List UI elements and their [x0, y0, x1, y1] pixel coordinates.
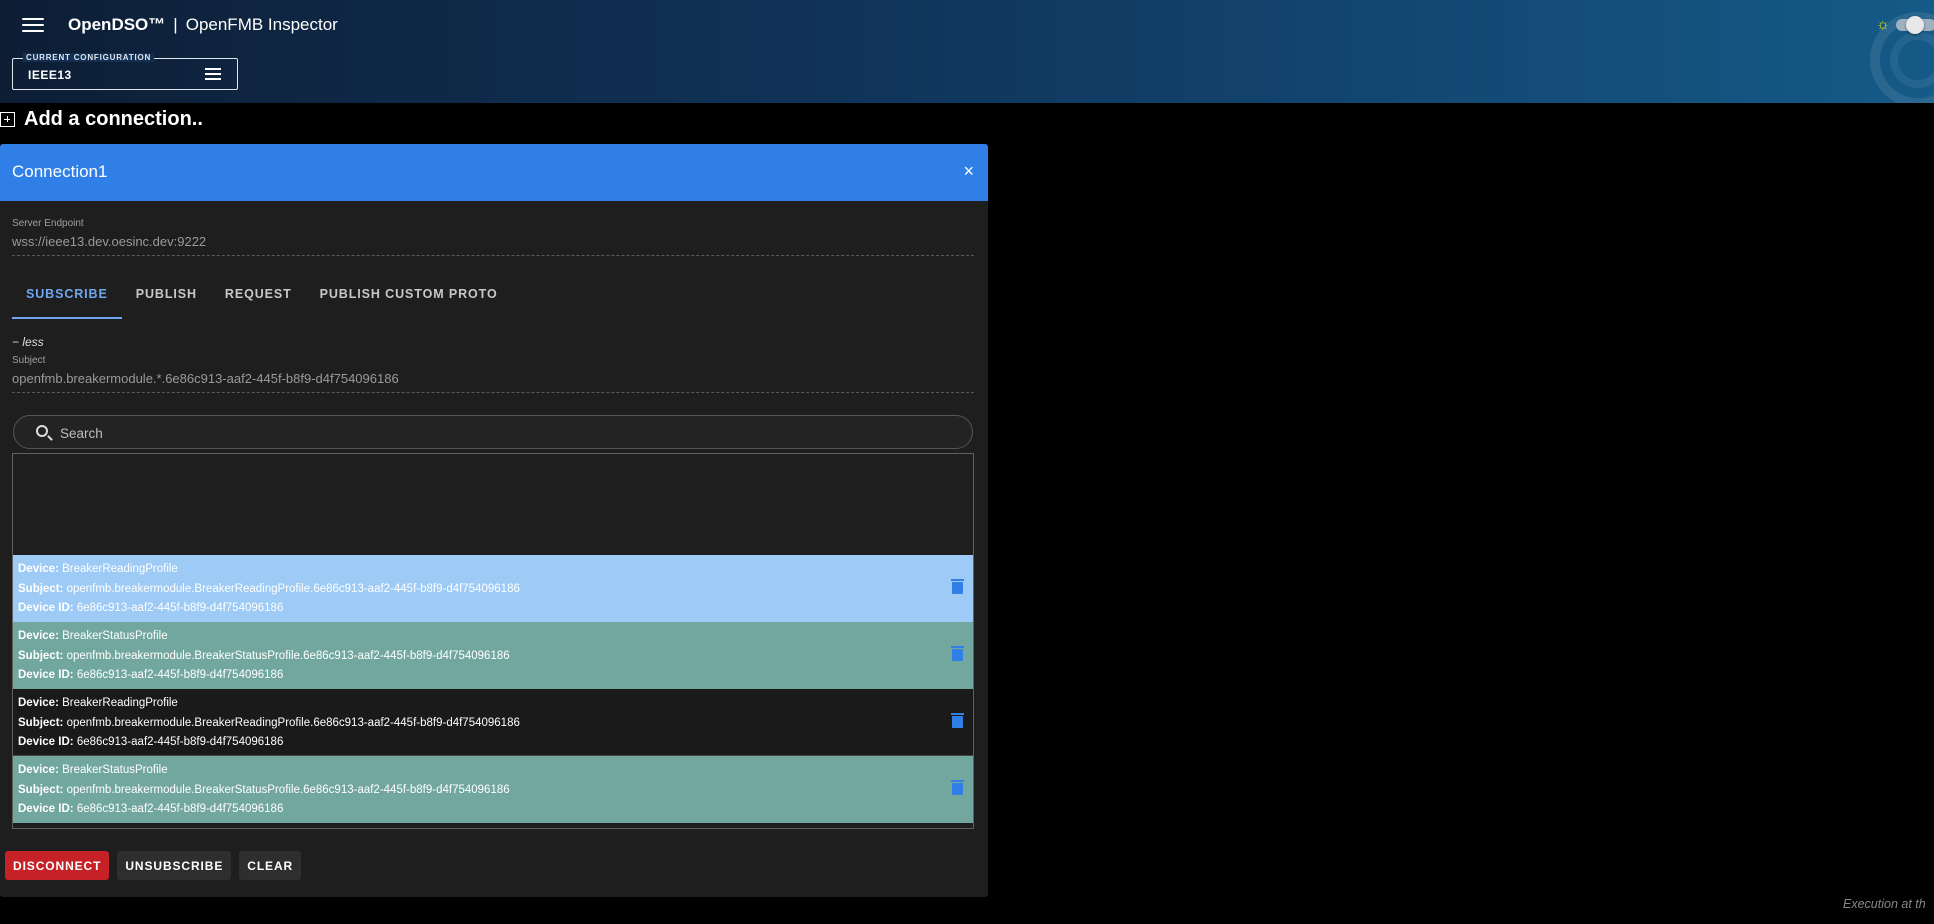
message-row[interactable]: Device: BreakerReadingProfile Subject: o…	[13, 555, 973, 622]
subject-field[interactable]: Subject openfmb.breakermodule.*.6e86c913…	[12, 355, 974, 393]
brand-name: OpenDSO™	[68, 15, 166, 34]
message-device-id: 6e86c913-aaf2-445f-b8f9-d4f754096186	[76, 803, 284, 815]
delete-trash-icon[interactable]	[951, 713, 964, 728]
connection-header: Connection1 ×	[0, 144, 988, 201]
message-row[interactable]: Device: BreakerStatusProfile Subject: op…	[13, 622, 973, 689]
subject-label: Subject:	[18, 582, 64, 595]
connection-actions: DISCONNECT UNSUBSCRIBE CLEAR	[5, 851, 302, 880]
message-subject: openfmb.breakermodule.BreakerStatusProfi…	[66, 649, 510, 662]
server-endpoint-value: wss://ieee13.dev.oesinc.dev:9222	[12, 234, 207, 249]
subject-label: Subject:	[18, 649, 64, 662]
device-label: Device:	[18, 630, 59, 642]
message-subject-line: Subject: openfmb.breakermodule.BreakerRe…	[18, 580, 968, 600]
connection-tabs: SUBSCRIBE PUBLISH REQUEST PUBLISH CUSTOM…	[12, 274, 512, 319]
message-device-id-line: Device ID: 6e86c913-aaf2-445f-b8f9-d4f75…	[18, 733, 968, 753]
tab-publish-custom-proto[interactable]: PUBLISH CUSTOM PROTO	[306, 274, 512, 319]
message-device: BreakerReadingProfile	[62, 563, 178, 575]
disconnect-button[interactable]: DISCONNECT	[5, 851, 110, 880]
add-connection-label: Add a connection..	[24, 108, 203, 130]
sun-icon: ☼	[1876, 16, 1890, 33]
subject-label: Subject	[12, 355, 46, 366]
plus-square-icon	[0, 112, 15, 127]
server-endpoint-label: Server Endpoint	[12, 218, 84, 229]
message-device-line: Device: BreakerStatusProfile	[18, 627, 968, 647]
device-label: Device:	[18, 764, 59, 776]
subject-label: Subject:	[18, 783, 64, 796]
message-device-line: Device: BreakerStatusProfile	[18, 761, 968, 781]
delete-trash-icon[interactable]	[951, 579, 964, 594]
message-rows: Device: BreakerReadingProfile Subject: o…	[13, 555, 973, 823]
message-device-id: 6e86c913-aaf2-445f-b8f9-d4f754096186	[76, 602, 284, 614]
device-id-label: Device ID:	[18, 602, 74, 614]
search-icon	[36, 425, 48, 437]
message-device: BreakerStatusProfile	[62, 764, 168, 776]
message-device-id: 6e86c913-aaf2-445f-b8f9-d4f754096186	[76, 736, 284, 748]
config-menu-icon[interactable]	[205, 68, 221, 80]
message-subject-line: Subject: openfmb.breakermodule.BreakerSt…	[18, 781, 968, 801]
delete-trash-icon[interactable]	[951, 780, 964, 795]
delete-trash-icon[interactable]	[951, 646, 964, 661]
server-endpoint-field[interactable]: Server Endpoint wss://ieee13.dev.oesinc.…	[12, 218, 974, 256]
tab-publish[interactable]: PUBLISH	[122, 274, 211, 319]
subject-label: Subject:	[18, 716, 64, 729]
hamburger-menu-icon[interactable]	[22, 14, 44, 36]
message-device-line: Device: BreakerReadingProfile	[18, 560, 968, 580]
search-field[interactable]	[13, 415, 973, 449]
search-input[interactable]	[60, 423, 940, 443]
device-id-label: Device ID:	[18, 669, 74, 681]
theme-toggle[interactable]: ☼	[1876, 16, 1934, 34]
message-row[interactable]: Device: BreakerStatusProfile Subject: op…	[13, 756, 973, 823]
message-device-line: Device: BreakerReadingProfile	[18, 694, 968, 714]
connection-card: Connection1 × Server Endpoint wss://ieee…	[0, 144, 988, 897]
device-id-label: Device ID:	[18, 736, 74, 748]
subject-value: openfmb.breakermodule.*.6e86c913-aaf2-44…	[12, 371, 399, 386]
message-device: BreakerStatusProfile	[62, 630, 168, 642]
app-title: OpenFMB Inspector	[185, 15, 338, 34]
device-label: Device:	[18, 697, 59, 709]
clear-button[interactable]: CLEAR	[239, 851, 302, 880]
execution-status-text: Execution at th	[1843, 897, 1926, 911]
add-connection-button[interactable]: Add a connection..	[0, 108, 203, 131]
message-subject: openfmb.breakermodule.BreakerReadingProf…	[66, 716, 520, 729]
brand-separator: |	[173, 15, 178, 34]
message-row[interactable]: Device: BreakerReadingProfile Subject: o…	[13, 689, 973, 756]
device-label: Device:	[18, 563, 59, 575]
message-device-id-line: Device ID: 6e86c913-aaf2-445f-b8f9-d4f75…	[18, 800, 968, 820]
config-value: IEEE13	[28, 68, 72, 82]
message-device-id: 6e86c913-aaf2-445f-b8f9-d4f754096186	[76, 669, 284, 681]
less-toggle[interactable]: − less	[12, 335, 44, 349]
message-subject: openfmb.breakermodule.BreakerReadingProf…	[66, 582, 520, 595]
device-id-label: Device ID:	[18, 803, 74, 815]
message-subject-line: Subject: openfmb.breakermodule.BreakerSt…	[18, 647, 968, 667]
message-list[interactable]: Device: BreakerReadingProfile Subject: o…	[12, 453, 974, 829]
toggle-thumb[interactable]	[1906, 16, 1924, 34]
message-device: BreakerReadingProfile	[62, 697, 178, 709]
tab-request[interactable]: REQUEST	[211, 274, 306, 319]
message-subject: openfmb.breakermodule.BreakerStatusProfi…	[66, 783, 510, 796]
current-configuration-field[interactable]: CURRENT CONFIGURATION IEEE13	[12, 53, 238, 90]
config-label: CURRENT CONFIGURATION	[23, 53, 155, 62]
message-device-id-line: Device ID: 6e86c913-aaf2-445f-b8f9-d4f75…	[18, 666, 968, 686]
app-bar: OpenDSO™ | OpenFMB Inspector CURRENT CONFI…	[0, 0, 1934, 103]
tab-subscribe[interactable]: SUBSCRIBE	[12, 274, 122, 319]
connection-title: Connection1	[12, 162, 108, 181]
app-brand: OpenDSO™ | OpenFMB Inspector	[68, 15, 338, 35]
close-icon[interactable]: ×	[963, 161, 974, 181]
unsubscribe-button[interactable]: UNSUBSCRIBE	[117, 851, 232, 880]
message-device-id-line: Device ID: 6e86c913-aaf2-445f-b8f9-d4f75…	[18, 599, 968, 619]
message-subject-line: Subject: openfmb.breakermodule.BreakerRe…	[18, 714, 968, 734]
